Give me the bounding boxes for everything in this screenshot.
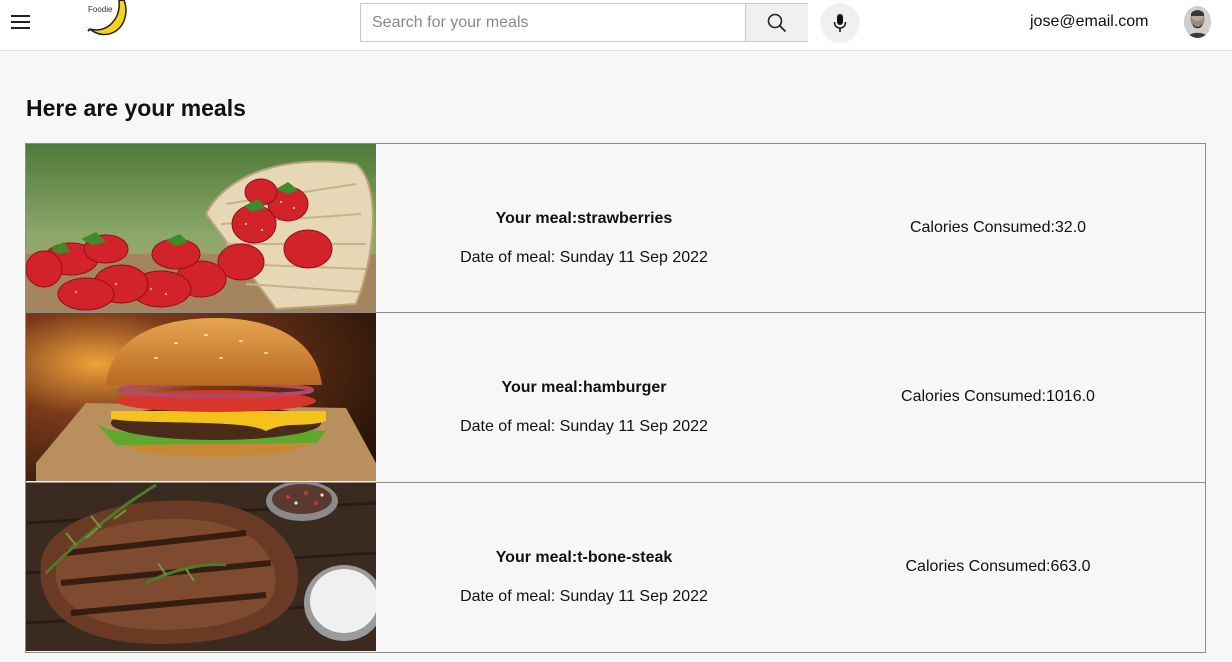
meal-image-t-bone-steak: [26, 483, 376, 651]
search-bar: [360, 3, 808, 42]
meal-image-hamburger: [26, 313, 376, 481]
search-icon: [767, 13, 787, 32]
meal-calories: Calories Consumed:1016.0: [901, 388, 1095, 405]
meal-card[interactable]: Your meal:t-bone-steak Date of meal: Sun…: [25, 483, 1206, 653]
meal-calories: Calories Consumed:663.0: [905, 558, 1091, 575]
meal-card[interactable]: Your meal:hamburger Date of meal: Sunday…: [25, 313, 1206, 483]
meal-date: Date of meal: Sunday 11 Sep 2022: [460, 249, 708, 266]
meal-date: Date of meal: Sunday 11 Sep 2022: [460, 588, 708, 605]
top-bar: Foodie jose@email.com: [0, 0, 1232, 51]
meal-image-strawberries: [26, 144, 376, 312]
voice-search-button[interactable]: [820, 3, 860, 43]
meal-list: Your meal:strawberries Date of meal: Sun…: [25, 143, 1206, 653]
page-title: Here are your meals: [26, 95, 246, 121]
meal-calories: Calories Consumed:32.0: [909, 219, 1087, 236]
meal-name: Your meal:hamburger: [501, 379, 667, 396]
user-email[interactable]: jose@email.com: [1030, 13, 1149, 31]
microphone-icon: [833, 14, 847, 32]
meal-card[interactable]: Your meal:strawberries Date of meal: Sun…: [25, 143, 1206, 313]
menu-icon[interactable]: [11, 14, 31, 30]
scrollbar-top: [1214, 0, 1232, 50]
search-button[interactable]: [745, 4, 808, 41]
meal-name: Your meal:strawberries: [495, 210, 673, 227]
logo-text: Foodie: [88, 5, 113, 14]
meal-name: Your meal:t-bone-steak: [495, 549, 673, 566]
avatar[interactable]: [1184, 6, 1211, 38]
meal-date: Date of meal: Sunday 11 Sep 2022: [460, 418, 708, 435]
search-input[interactable]: [361, 4, 745, 41]
